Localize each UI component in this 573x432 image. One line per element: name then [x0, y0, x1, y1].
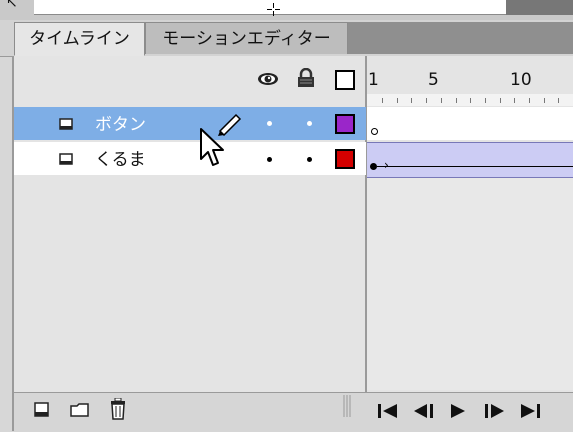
visibility-dot[interactable]	[267, 121, 272, 126]
frame-number-5: 5	[428, 70, 439, 90]
frame-number-10: 10	[510, 70, 532, 90]
mouse-cursor-icon	[200, 128, 224, 166]
ruler-tick	[455, 98, 457, 103]
ruler-tick	[543, 98, 545, 103]
tab-motion-editor[interactable]: モーションエディター	[145, 22, 348, 54]
ruler-tick	[499, 98, 501, 103]
lock-dot[interactable]	[307, 157, 312, 162]
lock-icon[interactable]	[297, 68, 315, 88]
new-folder-icon[interactable]	[70, 402, 90, 418]
tab-bar-empty-area	[347, 22, 573, 54]
ruler-tick	[514, 98, 516, 103]
ruler-tick	[426, 98, 428, 103]
layer-row-button[interactable]: ボタン	[14, 107, 366, 140]
empty-keyframe-marker[interactable]	[371, 128, 378, 135]
ruler-tick	[529, 98, 530, 103]
go-to-last-frame-icon[interactable]	[519, 403, 541, 419]
layer-name[interactable]: くるま	[95, 145, 146, 170]
frames-row-button-layer[interactable]	[367, 107, 573, 140]
ruler-tick	[484, 98, 486, 103]
layer-color-swatch[interactable]	[335, 149, 355, 169]
layer-row-car[interactable]: くるま	[14, 142, 366, 175]
ruler-tick	[382, 98, 383, 103]
crosshair-cursor-icon	[267, 3, 280, 16]
tween-arrow-icon: ›	[384, 158, 389, 172]
go-to-first-frame-icon[interactable]	[377, 403, 399, 419]
ruler-tick	[440, 98, 442, 103]
tween-line	[377, 166, 573, 167]
top-strip-dark-area	[506, 0, 573, 15]
new-layer-icon[interactable]	[34, 402, 50, 418]
ruler-tick	[396, 98, 398, 103]
play-icon[interactable]	[449, 403, 467, 419]
visibility-dot[interactable]	[267, 157, 272, 162]
outline-icon[interactable]	[335, 70, 355, 90]
lock-dot[interactable]	[307, 121, 312, 126]
step-forward-icon[interactable]	[482, 403, 506, 419]
delete-layer-icon[interactable]	[109, 398, 127, 420]
frames-row-car-layer[interactable]	[367, 142, 573, 178]
layer-page-icon	[59, 118, 73, 130]
resize-grip-icon[interactable]	[342, 395, 352, 417]
layer-color-swatch[interactable]	[335, 114, 355, 134]
frame-ruler[interactable]	[366, 94, 573, 106]
timeline-bottom-bar	[14, 392, 573, 432]
top-strip	[0, 0, 573, 22]
step-back-icon[interactable]	[412, 403, 436, 419]
keyframe-marker[interactable]	[370, 163, 377, 170]
ruler-tick	[558, 98, 560, 103]
resize-arrow-icon[interactable]: ↖	[6, 0, 18, 10]
ruler-tick	[411, 98, 413, 103]
ruler-tick	[470, 98, 472, 103]
frames-empty-area[interactable]	[367, 178, 573, 390]
layer-page-icon	[59, 153, 73, 165]
tab-timeline[interactable]: タイムライン	[14, 22, 145, 56]
layer-name[interactable]: ボタン	[95, 110, 146, 135]
frame-number-1: 1	[368, 70, 379, 90]
eye-icon[interactable]	[257, 71, 279, 87]
